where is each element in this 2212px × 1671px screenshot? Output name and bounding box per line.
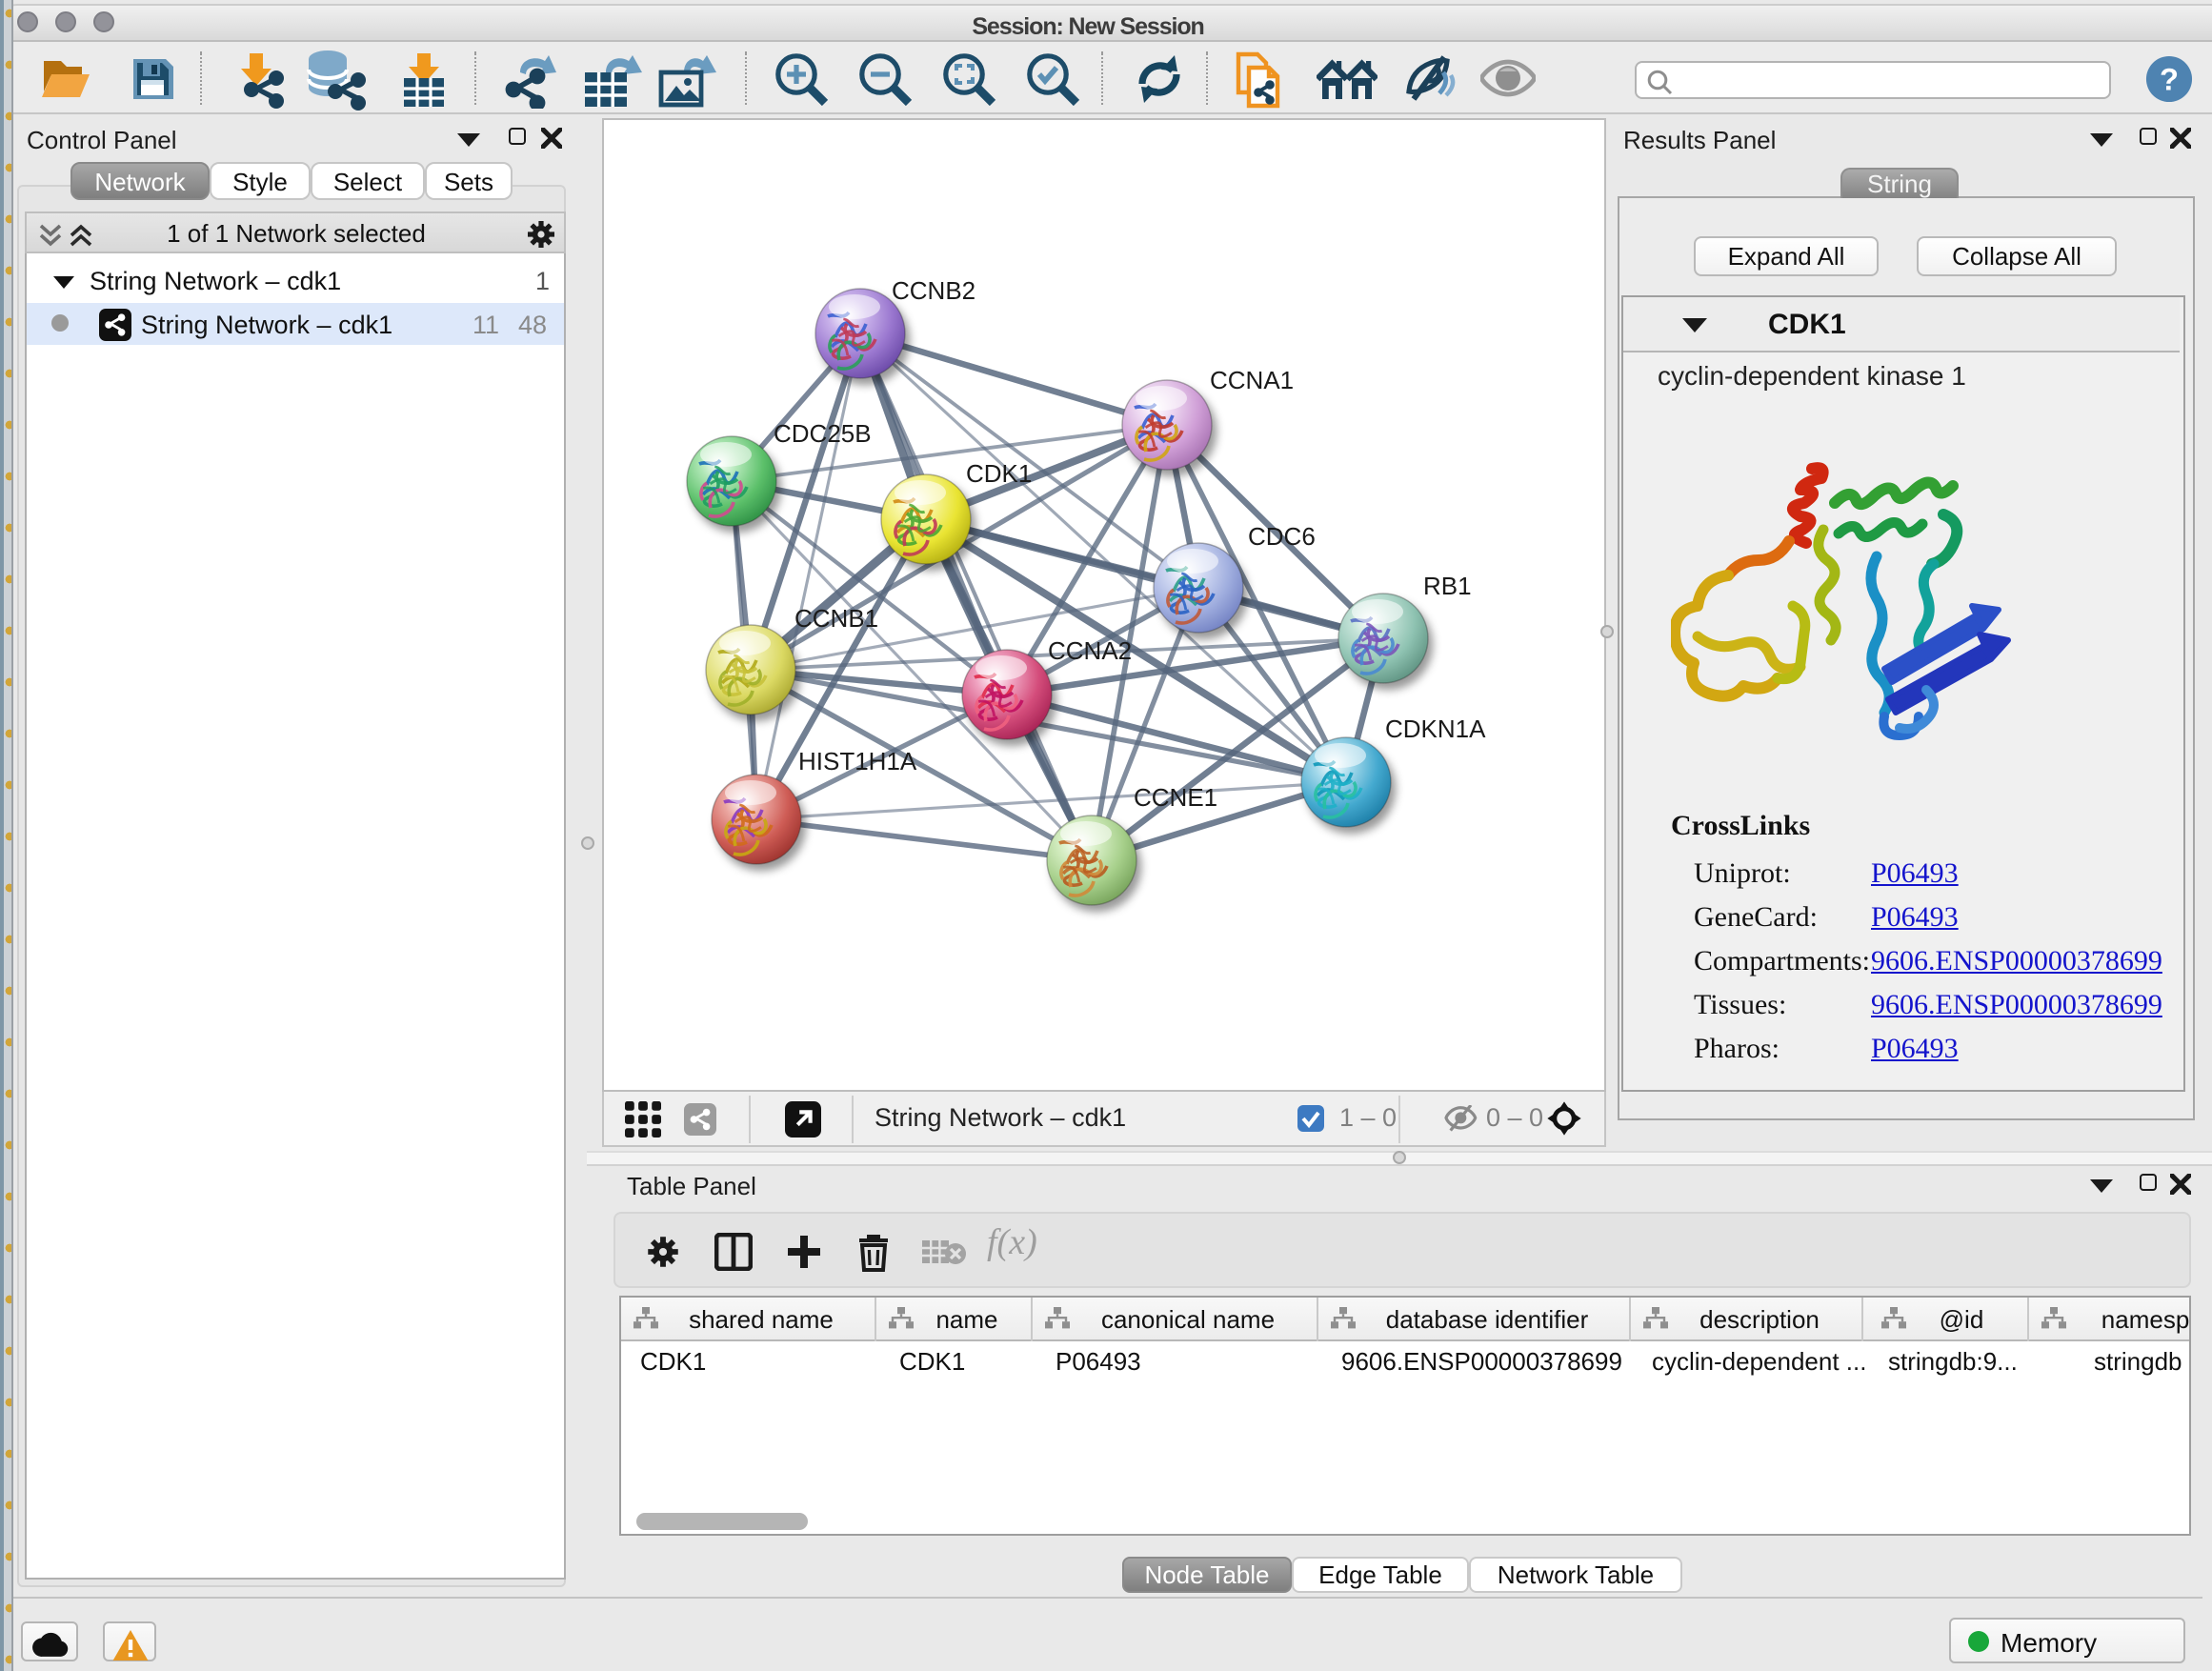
svg-text:CCNB2: CCNB2 <box>892 276 975 305</box>
svg-text:?: ? <box>2160 62 2179 97</box>
svg-text:CCNB1: CCNB1 <box>794 604 878 633</box>
svg-text:CDC25B: CDC25B <box>774 419 872 448</box>
svg-text:HIST1H1A: HIST1H1A <box>798 747 917 775</box>
svg-text:RB1: RB1 <box>1423 572 1472 600</box>
svg-text:CCNA2: CCNA2 <box>1048 636 1132 665</box>
svg-text:CDK1: CDK1 <box>966 459 1032 488</box>
svg-text:CDC6: CDC6 <box>1248 522 1316 551</box>
svg-text:CDKN1A: CDKN1A <box>1385 715 1486 743</box>
svg-text:CCNA1: CCNA1 <box>1210 366 1294 394</box>
svg-text:CCNE1: CCNE1 <box>1134 783 1217 812</box>
